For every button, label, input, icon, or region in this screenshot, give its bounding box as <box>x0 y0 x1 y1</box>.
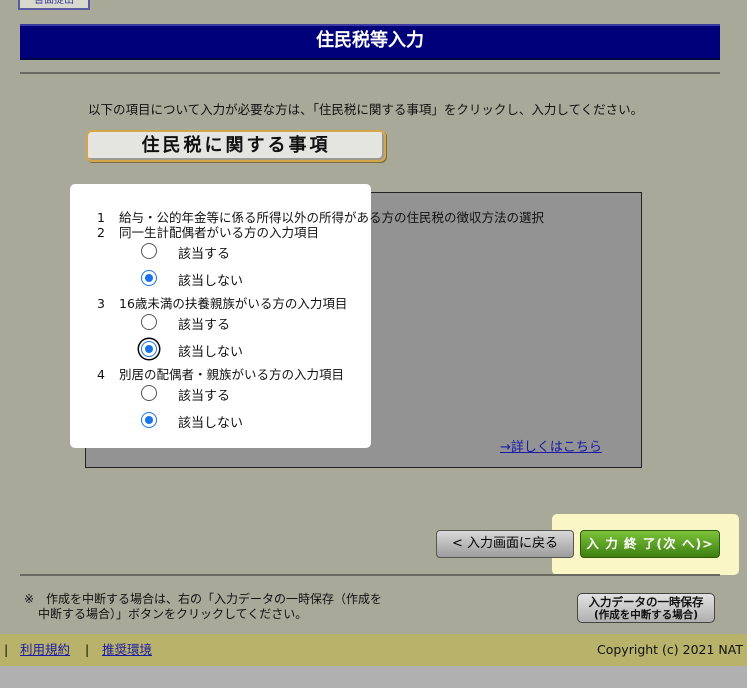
item-label: 別居の配偶者・親族がいる方の入力項目 <box>119 367 345 382</box>
radio-button[interactable] <box>141 385 157 401</box>
back-to-input-button[interactable]: < 入力画面に戻る <box>436 530 574 558</box>
divider <box>20 574 720 576</box>
radio-button[interactable] <box>141 341 157 357</box>
radio-button[interactable] <box>141 412 157 428</box>
footer-separator: | <box>4 642 9 657</box>
suspend-note: ※ 作成を中断する場合は、右の「入力データの一時保存（作成を 中断する場合）」ボ… <box>24 592 382 622</box>
footer-separator: | <box>85 642 90 657</box>
details-link[interactable]: →詳しくはこちら <box>500 436 602 455</box>
bottom-strip <box>0 666 747 688</box>
page-title: 住民税等入力 <box>20 24 720 60</box>
radio-button[interactable] <box>141 314 157 330</box>
radio-label: 該当する <box>178 389 231 404</box>
divider <box>20 72 720 74</box>
note-line: 中断する場合）」ボタンをクリックしてください。 <box>38 607 308 621</box>
item-number: 3 <box>97 296 105 311</box>
note-line: ※ 作成を中断する場合は、右の「入力データの一時保存（作成を <box>24 592 383 606</box>
finish-input-next-button[interactable]: 入 力 終 了(次 へ)> <box>580 530 720 558</box>
item-3: 3 16歳未満の扶養親族がいる方の入力項目 <box>97 293 347 312</box>
item-number: 2 <box>97 225 105 240</box>
radio-label: 該当する <box>178 318 231 333</box>
instruction-text: 以下の項目について入力が必要な方は、「住民税に関する事項」をクリックし、入力して… <box>88 102 644 117</box>
save-button-label: 入力データの一時保存 <box>588 595 704 609</box>
footer: | 利用規約 | 推奨環境 Copyright (c) 2021 NAT <box>0 634 747 666</box>
radio-button[interactable] <box>141 243 157 259</box>
radio-button[interactable] <box>141 270 157 286</box>
top-tab[interactable]: 書面提出 <box>18 0 90 10</box>
item-label: 16歳未満の扶養親族がいる方の入力項目 <box>119 296 348 311</box>
save-button-sublabel: (作成を中断する場合) <box>593 609 699 621</box>
radio-label: 該当しない <box>178 274 244 289</box>
radio-label: 該当する <box>178 247 231 262</box>
radio-label: 該当しない <box>178 345 244 360</box>
item-2: 2 同一生計配偶者がいる方の入力項目 <box>97 222 319 241</box>
recommended-environment-link[interactable]: 推奨環境 <box>102 634 152 666</box>
item-label: 同一生計配偶者がいる方の入力項目 <box>119 225 320 240</box>
radio-label: 該当しない <box>178 416 244 431</box>
copyright-text: Copyright (c) 2021 NAT <box>597 642 744 657</box>
temporary-save-button[interactable]: 入力データの一時保存 (作成を中断する場合) <box>577 593 715 623</box>
item-number: 4 <box>97 367 105 382</box>
section-title-button[interactable]: 住民税に関する事項 <box>86 130 386 162</box>
terms-link[interactable]: 利用規約 <box>20 634 70 666</box>
item-4: 4 別居の配偶者・親族がいる方の入力項目 <box>97 364 344 383</box>
